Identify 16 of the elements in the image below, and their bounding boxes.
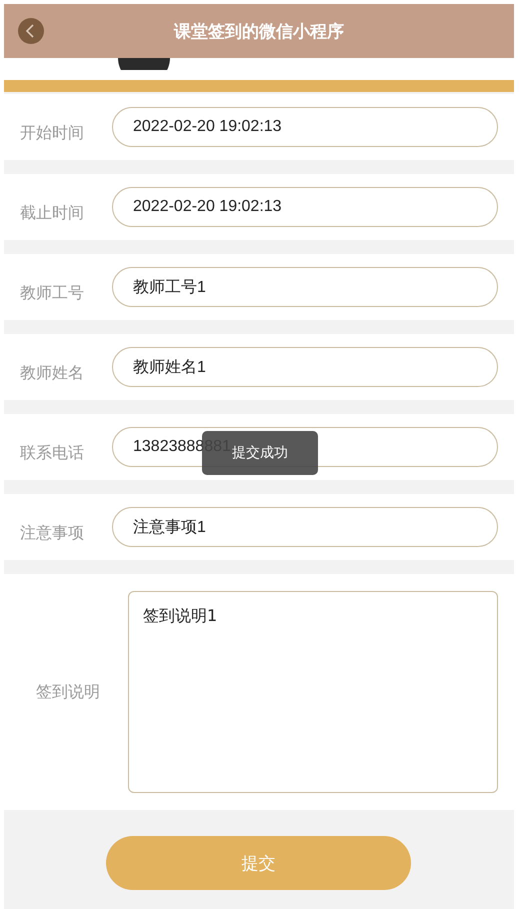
input-field[interactable]: 教师工号1 — [112, 267, 498, 307]
avatar-icon — [116, 58, 172, 70]
input-field[interactable]: 注意事项1 — [112, 507, 498, 547]
field-label: 联系电话 — [19, 442, 85, 464]
back-button[interactable] — [18, 18, 44, 44]
field-label: 签到说明 — [35, 682, 101, 702]
input-field[interactable]: 2022-02-20 19:02:13 — [112, 107, 498, 147]
field-label: 截止时间 — [19, 202, 85, 224]
field-label: 注意事项 — [19, 522, 85, 544]
field-label: 教师姓名 — [19, 362, 85, 384]
input-field[interactable]: 教师姓名1 — [112, 347, 498, 387]
field-label: 教师工号 — [19, 282, 85, 304]
text-area[interactable]: 签到说明1 — [128, 591, 498, 793]
input-field[interactable]: 2022-02-20 19:02:13 — [112, 187, 498, 227]
page-title: 课堂签到的微信小程序 — [174, 20, 344, 42]
field-label: 开始时间 — [19, 122, 85, 144]
